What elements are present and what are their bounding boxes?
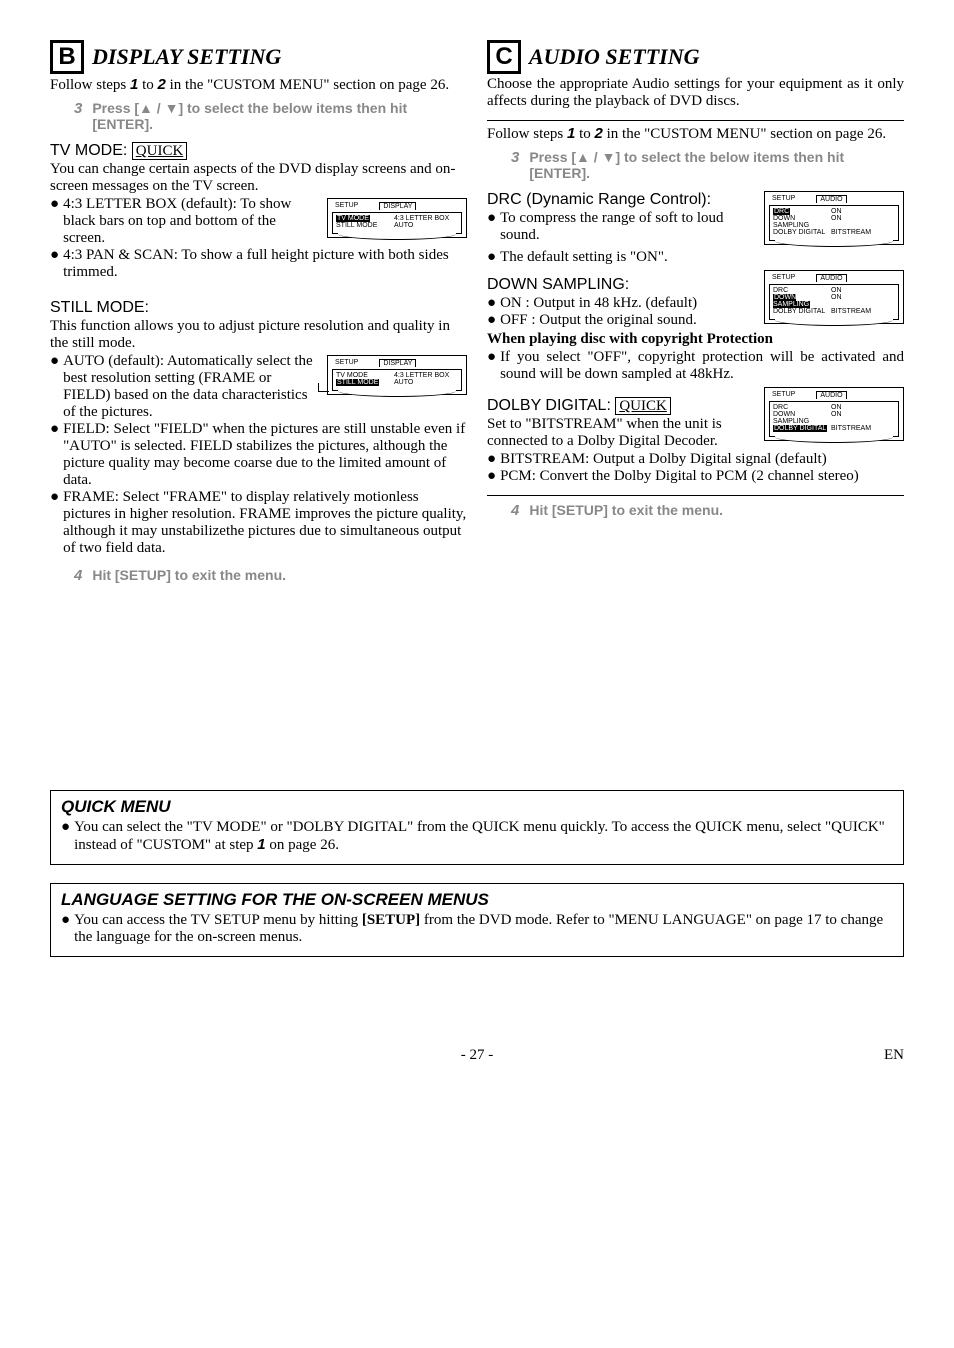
display-setting-section: B DISPLAY SETTING Follow steps 1 to 2 in… <box>50 40 467 592</box>
audio-setting-section: C AUDIO SETTING Choose the appropriate A… <box>487 40 904 592</box>
language-setting-title: LANGUAGE SETTING FOR THE ON-SCREEN MENUS <box>61 890 893 910</box>
quick-menu-text: ● You can select the "TV MODE" or "DOLBY… <box>61 819 893 854</box>
arrows-icon: ▲ / ▼ <box>576 149 615 165</box>
page-number: - 27 - <box>461 1047 494 1063</box>
display-intro: Follow steps 1 to 2 in the "CUSTOM MENU"… <box>50 76 467 94</box>
tv-mode-heading: TV MODE: QUICK <box>50 142 467 160</box>
language-setting-box: LANGUAGE SETTING FOR THE ON-SCREEN MENUS… <box>50 883 904 957</box>
bullet-drc-compress: ●To compress the range of soft to loud s… <box>487 210 756 244</box>
quick-menu-box: QUICK MENU ● You can select the "TV MODE… <box>50 790 904 865</box>
step-3-display: 3 Press [▲ / ▼] to select the below item… <box>74 100 467 132</box>
quick-badge: QUICK <box>132 142 188 160</box>
quick-menu-title: QUICK MENU <box>61 797 893 817</box>
divider <box>487 495 904 496</box>
divider <box>487 120 904 121</box>
bullet-copyright: ●If you select "OFF", copyright protecti… <box>487 349 904 383</box>
copyright-note-title: When playing disc with copyright Protect… <box>487 331 904 348</box>
menu-drc: SETUP AUDIO DRCON DOWN SAMPLINGON DOLBY … <box>764 191 904 245</box>
section-letter-c: C <box>487 40 521 74</box>
menu-tv-mode: SETUP DISPLAY TV MODE4:3 LETTER BOX STIL… <box>327 198 467 238</box>
still-mode-heading: STILL MODE: <box>50 299 467 317</box>
arrows-icon: ▲ / ▼ <box>139 100 178 116</box>
bullet-frame: ●FRAME: Select "FRAME" to display relati… <box>50 489 467 557</box>
tv-mode-desc: You can change certain aspects of the DV… <box>50 161 467 195</box>
bullet-down-off: ●OFF : Output the original sound. <box>487 312 756 329</box>
bullet-panscan: ●4:3 PAN & SCAN: To show a full height p… <box>50 247 467 281</box>
step-3-audio: 3 Press [▲ / ▼] to select the below item… <box>511 149 904 181</box>
bullet-letterbox: ●4:3 LETTER BOX (default): To show black… <box>50 196 319 247</box>
menu-down-sampling: SETUP AUDIO DRCON DOWN SAMPLINGON DOLBY … <box>764 270 904 324</box>
still-mode-desc: This function allows you to adjust pictu… <box>50 318 467 352</box>
language-setting-text: ● You can access the TV SETUP menu by hi… <box>61 912 893 946</box>
quick-badge: QUICK <box>615 397 671 415</box>
page-footer: - 27 - EN <box>50 1047 904 1064</box>
bullet-drc-default: ●The default setting is "ON". <box>487 249 904 266</box>
section-letter-b: B <box>50 40 84 74</box>
menu-still-mode: SETUP DISPLAY TV MODE4:3 LETTER BOX STIL… <box>327 355 467 395</box>
section-heading-audio: AUDIO SETTING <box>529 44 700 70</box>
page-lang: EN <box>884 1047 904 1064</box>
audio-intro: Choose the appropriate Audio settings fo… <box>487 76 904 110</box>
bullet-pcm: ●PCM: Convert the Dolby Digital to PCM (… <box>487 468 904 485</box>
bullet-down-on: ●ON : Output in 48 kHz. (default) <box>487 295 756 312</box>
audio-follow: Follow steps 1 to 2 in the "CUSTOM MENU"… <box>487 125 904 143</box>
bullet-auto: ●AUTO (default): Automatically select th… <box>50 353 319 421</box>
step-4-audio: 4 Hit [SETUP] to exit the menu. <box>511 502 904 519</box>
section-heading-display: DISPLAY SETTING <box>92 44 281 70</box>
bullet-bitstream: ●BITSTREAM: Output a Dolby Digital signa… <box>487 451 904 468</box>
step-4-display: 4 Hit [SETUP] to exit the menu. <box>74 567 467 584</box>
menu-dolby: SETUP AUDIO DRCON DOWN SAMPLINGON DOLBY … <box>764 387 904 441</box>
bullet-field: ●FIELD: Select "FIELD" when the pictures… <box>50 421 467 489</box>
